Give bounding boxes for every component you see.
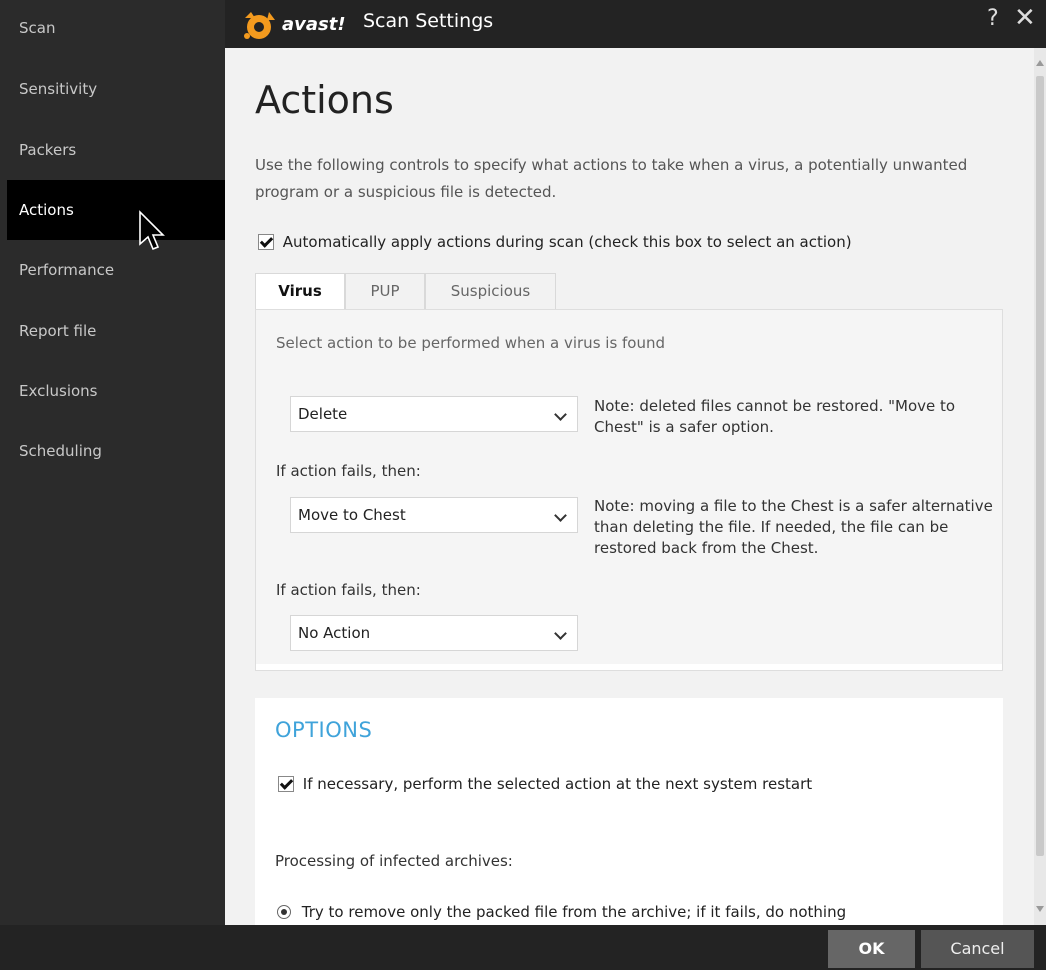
scroll-down-arrow-icon[interactable]	[1036, 906, 1044, 912]
tab-suspicious[interactable]: Suspicious	[425, 273, 556, 309]
sidebar-item-exclusions[interactable]: Exclusions	[7, 361, 225, 421]
sidebar-item-scheduling[interactable]: Scheduling	[7, 421, 225, 481]
logo-text: avast!	[282, 14, 346, 35]
action-select-3[interactable]: No Action	[290, 615, 578, 651]
scroll-thumb[interactable]	[1036, 76, 1044, 856]
mouse-cursor-icon	[139, 210, 165, 251]
sidebar: Scan Sensitivity Packers Actions Perform…	[0, 0, 225, 970]
chevron-down-icon	[554, 509, 567, 522]
archive-radio-row[interactable]: Try to remove only the packed file from …	[277, 902, 846, 921]
sidebar-item-performance[interactable]: Performance	[7, 240, 225, 300]
close-button[interactable]: ✕	[1014, 3, 1036, 33]
archive-radio[interactable]	[277, 904, 291, 919]
restart-checkbox[interactable]	[278, 775, 294, 792]
sidebar-item-actions[interactable]: Actions	[7, 180, 225, 240]
action-select-2[interactable]: Move to Chest	[290, 497, 578, 533]
archives-label: Processing of infected archives:	[275, 852, 513, 870]
virus-action-panel: Select action to be performed when a vir…	[255, 309, 1003, 671]
action-note-1: Note: deleted files cannot be restored. …	[594, 397, 956, 436]
help-button[interactable]: ?	[987, 6, 999, 31]
tab-virus[interactable]: Virus	[255, 273, 345, 310]
chevron-down-icon	[554, 627, 567, 640]
sidebar-item-report-file[interactable]: Report file	[7, 301, 225, 361]
auto-apply-checkbox[interactable]	[258, 233, 274, 250]
page-description: Use the following controls to specify wh…	[255, 156, 968, 201]
options-title: OPTIONS	[275, 718, 373, 742]
scroll-up-arrow-icon[interactable]	[1036, 60, 1044, 66]
main-content: Actions Use the following controls to sp…	[225, 48, 1034, 925]
auto-apply-row[interactable]: Automatically apply actions during scan …	[258, 232, 852, 251]
action-select-2-value: Move to Chest	[298, 506, 406, 524]
cancel-button[interactable]: Cancel	[921, 930, 1034, 968]
chevron-down-icon	[554, 408, 567, 421]
sidebar-item-packers[interactable]: Packers	[7, 120, 225, 180]
archive-radio-label: Try to remove only the packed file from …	[301, 902, 847, 921]
options-section: OPTIONS If necessary, perform the select…	[255, 698, 1003, 925]
vertical-scrollbar[interactable]	[1034, 48, 1046, 925]
auto-apply-label: Automatically apply actions during scan …	[282, 232, 852, 251]
action-select-1[interactable]: Delete	[290, 396, 578, 432]
sidebar-item-scan[interactable]: Scan	[7, 0, 225, 58]
action-select-3-value: No Action	[298, 624, 371, 642]
panel-label: Select action to be performed when a vir…	[276, 334, 666, 352]
page-title: Actions	[255, 78, 394, 122]
avast-logo-icon	[244, 12, 275, 39]
fail-label-1: If action fails, then:	[276, 462, 421, 480]
panel-bottom-edge	[256, 664, 1002, 670]
window-title: Scan Settings	[363, 10, 494, 32]
title-bar: avast! Scan Settings ? ✕	[225, 0, 1046, 48]
fail-label-2: If action fails, then:	[276, 581, 421, 599]
sidebar-item-sensitivity[interactable]: Sensitivity	[7, 59, 225, 119]
restart-label: If necessary, perform the selected actio…	[302, 774, 813, 793]
restart-option-row[interactable]: If necessary, perform the selected actio…	[278, 774, 812, 793]
ok-button[interactable]: OK	[828, 930, 915, 968]
action-note-2: Note: moving a file to the Chest is a sa…	[594, 497, 993, 557]
action-select-1-value: Delete	[298, 405, 348, 423]
tab-pup[interactable]: PUP	[345, 273, 425, 309]
